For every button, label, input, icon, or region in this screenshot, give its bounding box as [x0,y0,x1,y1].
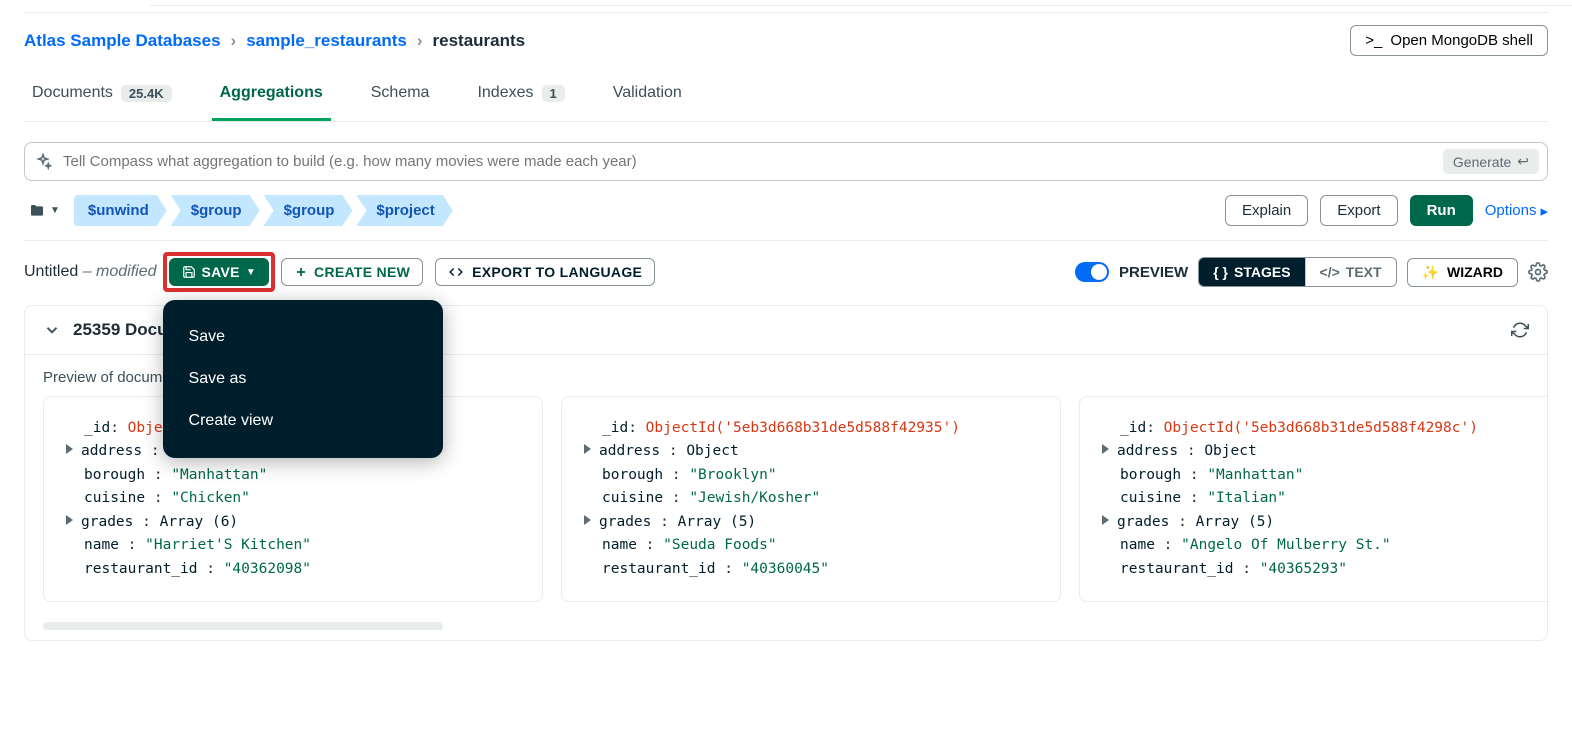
braces-icon: { } [1213,264,1228,280]
caret-right-icon: ▸ [1540,202,1548,220]
expand-icon[interactable] [1102,515,1109,525]
seg-stages[interactable]: { } STAGES [1199,258,1304,286]
breadcrumb-coll: restaurants [433,31,526,51]
options-link[interactable]: Options ▸ [1485,202,1548,220]
nl-query-row: Generate ↩ [24,142,1548,181]
save-icon [182,265,196,279]
explain-button[interactable]: Explain [1225,195,1308,226]
tab-validation[interactable]: Validation [605,70,690,121]
refresh-icon[interactable] [1511,321,1529,339]
document-card: _id: ObjectId('5eb3d668b31de5d588f4298c'… [1079,396,1547,602]
code-icon: </> [1320,264,1340,280]
gear-icon[interactable] [1528,262,1548,282]
save-button[interactable]: SAVE ▼ [169,258,270,286]
save-dropdown-menu: Save Save as Create view [163,300,443,458]
stage-group[interactable]: $group [264,195,353,226]
create-new-button[interactable]: CREATE NEW [281,258,423,286]
preview-toggle[interactable] [1075,262,1109,282]
pipeline-title: Untitled – modified [24,263,157,281]
expand-icon[interactable] [584,444,591,454]
stage-project[interactable]: $project [356,195,452,226]
chevron-down-icon[interactable] [43,321,61,339]
tab-documents[interactable]: Documents 25.4K [24,70,180,121]
menu-item-create-view[interactable]: Create view [163,400,443,442]
export-to-language-button[interactable]: EXPORT TO LANGUAGE [435,258,655,286]
seg-text[interactable]: </> TEXT [1305,258,1396,286]
menu-item-save-as[interactable]: Save as [163,358,443,400]
breadcrumb-db[interactable]: sample_restaurants [246,31,407,51]
code-icon [448,265,464,279]
expand-icon[interactable] [1102,444,1109,454]
stage-unwind[interactable]: $unwind [74,195,167,226]
tab-schema[interactable]: Schema [363,70,438,121]
chevron-right-icon: › [417,31,423,51]
menu-item-save[interactable]: Save [163,316,443,358]
plus-icon [294,265,308,279]
tab-indexes[interactable]: Indexes 1 [469,70,572,121]
expand-icon[interactable] [66,444,73,454]
caret-down-icon: ▼ [50,205,60,216]
run-button[interactable]: Run [1410,195,1473,226]
expand-icon[interactable] [66,515,73,525]
horizontal-scrollbar[interactable] [43,622,443,630]
export-button[interactable]: Export [1320,195,1397,226]
open-shell-button[interactable]: >_ Open MongoDB shell [1350,25,1548,56]
tabs: Documents 25.4K Aggregations Schema Inde… [24,70,1548,122]
pipeline-stages: $unwind $group $group $project [74,195,457,226]
caret-down-icon: ▼ [246,267,256,278]
preview-label: PREVIEW [1119,264,1188,281]
wizard-button[interactable]: ✨ WIZARD [1407,258,1518,287]
tab-aggregations[interactable]: Aggregations [212,70,331,121]
enter-icon: ↩ [1517,153,1529,170]
breadcrumb-root[interactable]: Atlas Sample Databases [24,31,221,51]
saved-pipelines-dropdown[interactable]: ▼ [24,199,64,223]
documents-count-badge: 25.4K [121,85,172,102]
nl-query-input[interactable] [63,153,1433,170]
generate-button[interactable]: Generate ↩ [1443,149,1539,174]
view-mode-segmented: { } STAGES </> TEXT [1198,257,1396,287]
expand-icon[interactable] [584,515,591,525]
chevron-right-icon: › [231,31,237,51]
stage-group[interactable]: $group [171,195,260,226]
breadcrumb: Atlas Sample Databases › sample_restaura… [24,31,525,51]
sparkle-icon [33,152,53,172]
wand-icon: ✨ [1422,264,1439,281]
terminal-icon: >_ [1365,32,1382,49]
document-card: _id: ObjectId('5eb3d668b31de5d588f42935'… [561,396,1061,602]
indexes-count-badge: 1 [542,85,565,102]
